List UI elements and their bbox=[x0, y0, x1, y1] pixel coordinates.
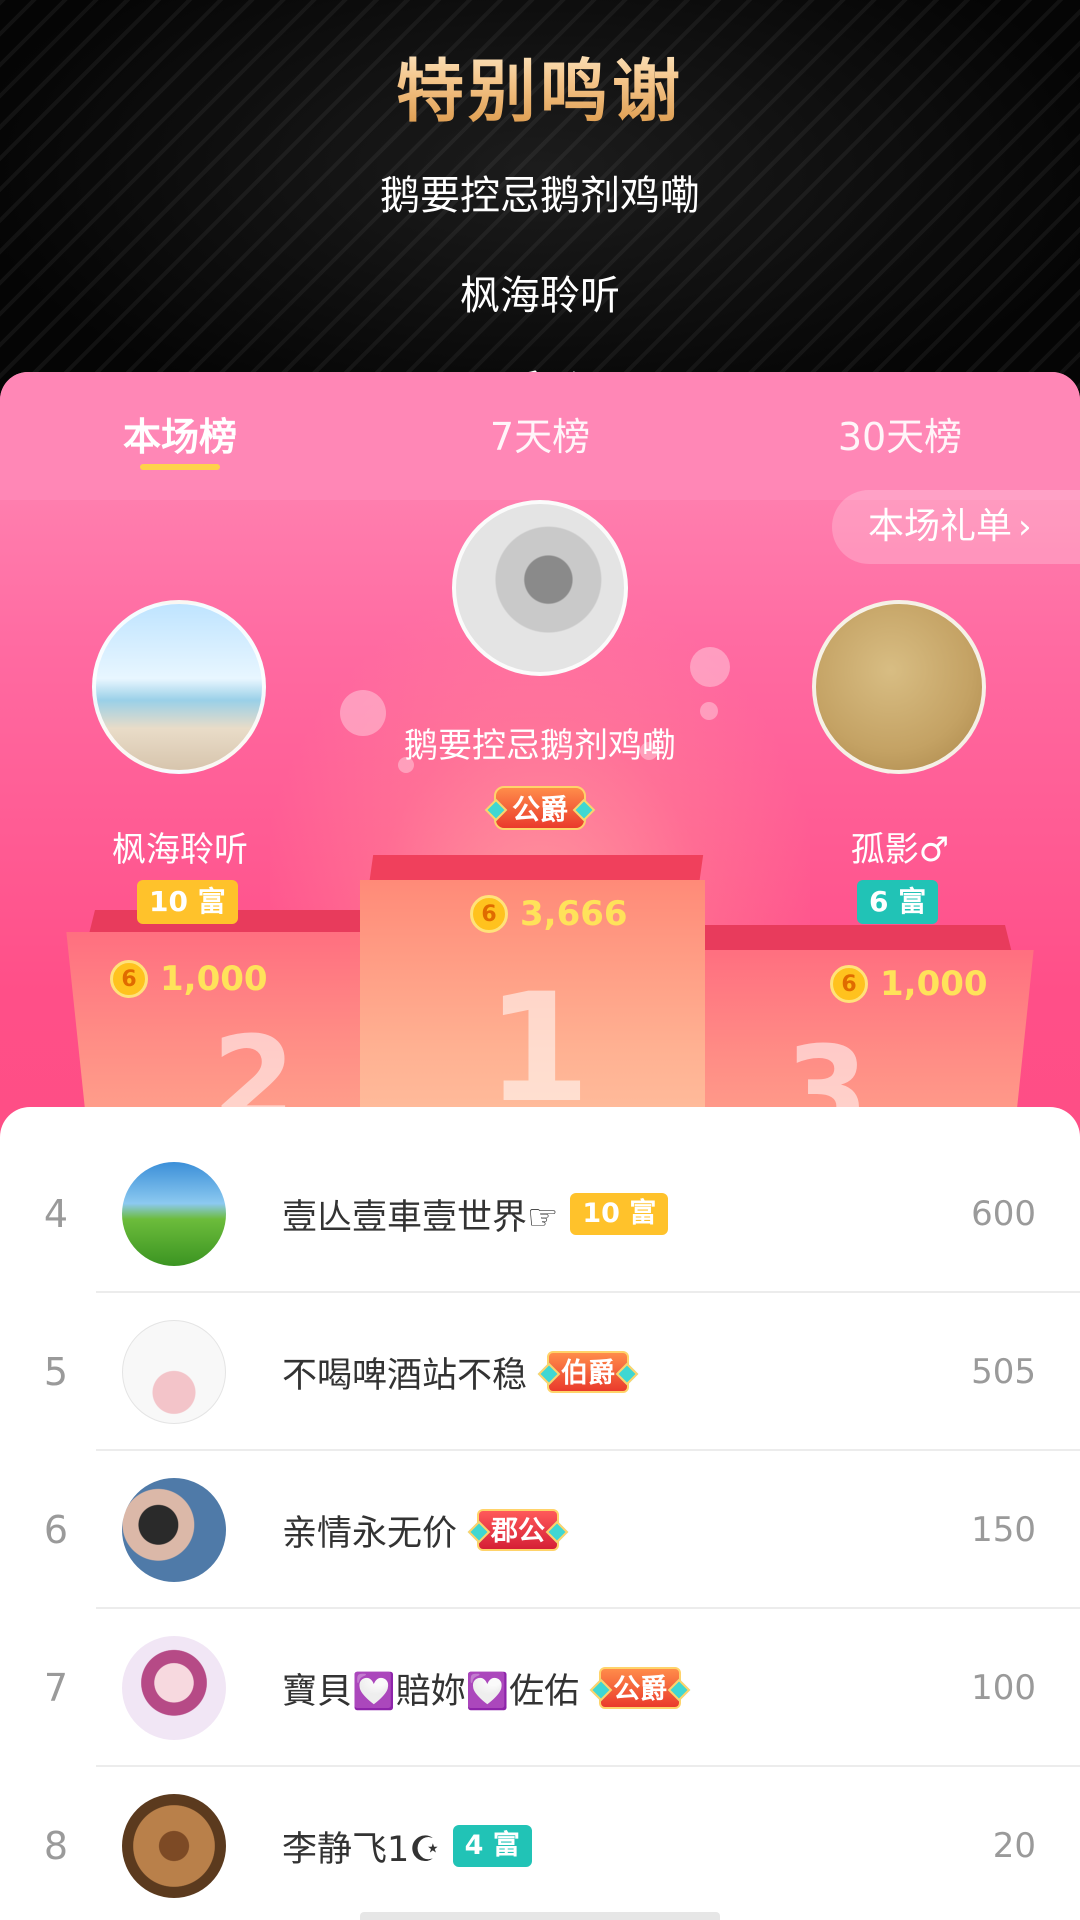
avatar[interactable] bbox=[122, 1320, 226, 1424]
coin-icon: 6 bbox=[110, 960, 148, 998]
user-name: 亲情永无价 bbox=[282, 1513, 458, 1554]
special-thanks-title: 特别鸣谢 bbox=[0, 36, 1080, 135]
rank-number: 7 bbox=[43, 1666, 69, 1710]
decor-bubble bbox=[690, 647, 730, 687]
third-place-wealth-badge: 6 富 bbox=[857, 880, 939, 924]
tab-7-days[interactable]: 7天榜 bbox=[390, 406, 690, 461]
list-item[interactable]: 6 亲情永无价 郡公 150 bbox=[0, 1451, 1080, 1609]
score: 600 bbox=[971, 1194, 1036, 1234]
thanks-name: 鹅要控忌鹅剂鸡嘞 bbox=[380, 173, 700, 219]
list-item[interactable]: 7 寶貝💟賠妳💟佐佑 公爵 100 bbox=[0, 1609, 1080, 1767]
tab-this-session[interactable]: 本场榜 bbox=[30, 406, 330, 461]
coin-icon: 6 bbox=[470, 895, 508, 933]
title-badge: 公爵 bbox=[599, 1667, 682, 1709]
score: 20 bbox=[992, 1826, 1036, 1866]
special-thanks-banner: 特别鸣谢 鹅要控忌鹅剂鸡嘞 枫海聆听 孤影 bbox=[0, 0, 1080, 420]
third-place-coins: 6 1,000 bbox=[830, 962, 988, 1006]
avatar[interactable] bbox=[122, 1478, 226, 1582]
first-place-avatar[interactable] bbox=[452, 500, 628, 676]
ranking-list: 4 壹亾壹車壹世界☞ 10 富 600 5 不喝啤酒站不稳 伯爵 505 6 亲… bbox=[0, 1107, 1080, 1920]
wealth-badge: 10 富 bbox=[570, 1193, 669, 1235]
third-place-name: 孤影♂ bbox=[850, 830, 950, 870]
rank-number: 6 bbox=[43, 1508, 69, 1552]
gift-list-button[interactable]: 本场礼单 › bbox=[832, 490, 1080, 564]
rank-number: 5 bbox=[43, 1350, 69, 1394]
first-place-coins: 6 3,666 bbox=[470, 892, 628, 936]
wealth-badge: 4 富 bbox=[452, 1825, 532, 1867]
title-badge: 郡公 bbox=[477, 1509, 560, 1551]
coin-icon: 6 bbox=[830, 965, 868, 1003]
list-item[interactable]: 8 李静飞1☪ 4 富 20 bbox=[0, 1767, 1080, 1920]
list-item[interactable]: 5 不喝啤酒站不稳 伯爵 505 bbox=[0, 1293, 1080, 1451]
user-name: 寶貝💟賠妳💟佐佑 bbox=[282, 1671, 580, 1712]
scroll-indicator[interactable] bbox=[360, 1912, 720, 1920]
second-place-avatar[interactable] bbox=[92, 600, 266, 774]
ranking-tabs: 本场榜 7天榜 30天榜 bbox=[0, 372, 1080, 500]
thanks-name: 枫海聆听 bbox=[460, 273, 620, 319]
second-place-name: 枫海聆听 bbox=[112, 830, 248, 870]
avatar[interactable] bbox=[122, 1636, 226, 1740]
first-place-name: 鹅要控忌鹅剂鸡嘞 bbox=[404, 726, 676, 766]
list-item[interactable]: 4 壹亾壹車壹世界☞ 10 富 600 bbox=[0, 1135, 1080, 1293]
gift-list-label: 本场礼单 bbox=[868, 506, 1013, 547]
second-place-coins: 6 1,000 bbox=[110, 957, 268, 1001]
score: 505 bbox=[971, 1352, 1036, 1392]
first-place-title-badge: 公爵 bbox=[494, 786, 587, 830]
user-name: 不喝啤酒站不稳 bbox=[282, 1355, 528, 1396]
third-place-avatar[interactable] bbox=[812, 600, 986, 774]
active-tab-indicator bbox=[140, 464, 220, 470]
rank-number: 4 bbox=[43, 1192, 69, 1236]
avatar[interactable] bbox=[122, 1794, 226, 1898]
chevron-right-icon: › bbox=[1018, 507, 1032, 547]
second-place-coin-value: 1,000 bbox=[160, 959, 268, 999]
rank-number: 8 bbox=[43, 1824, 69, 1868]
tab-30-days[interactable]: 30天榜 bbox=[750, 406, 1050, 461]
score: 150 bbox=[971, 1510, 1036, 1550]
user-name: 壹亾壹車壹世界☞ bbox=[282, 1197, 559, 1238]
second-place-wealth-badge: 10 富 bbox=[137, 880, 238, 924]
third-place-coin-value: 1,000 bbox=[880, 964, 988, 1004]
title-badge: 伯爵 bbox=[547, 1351, 630, 1393]
user-name: 李静飞1☪ bbox=[282, 1829, 441, 1870]
score: 100 bbox=[971, 1668, 1036, 1708]
first-place-coin-value: 3,666 bbox=[520, 894, 628, 934]
avatar[interactable] bbox=[122, 1162, 226, 1266]
